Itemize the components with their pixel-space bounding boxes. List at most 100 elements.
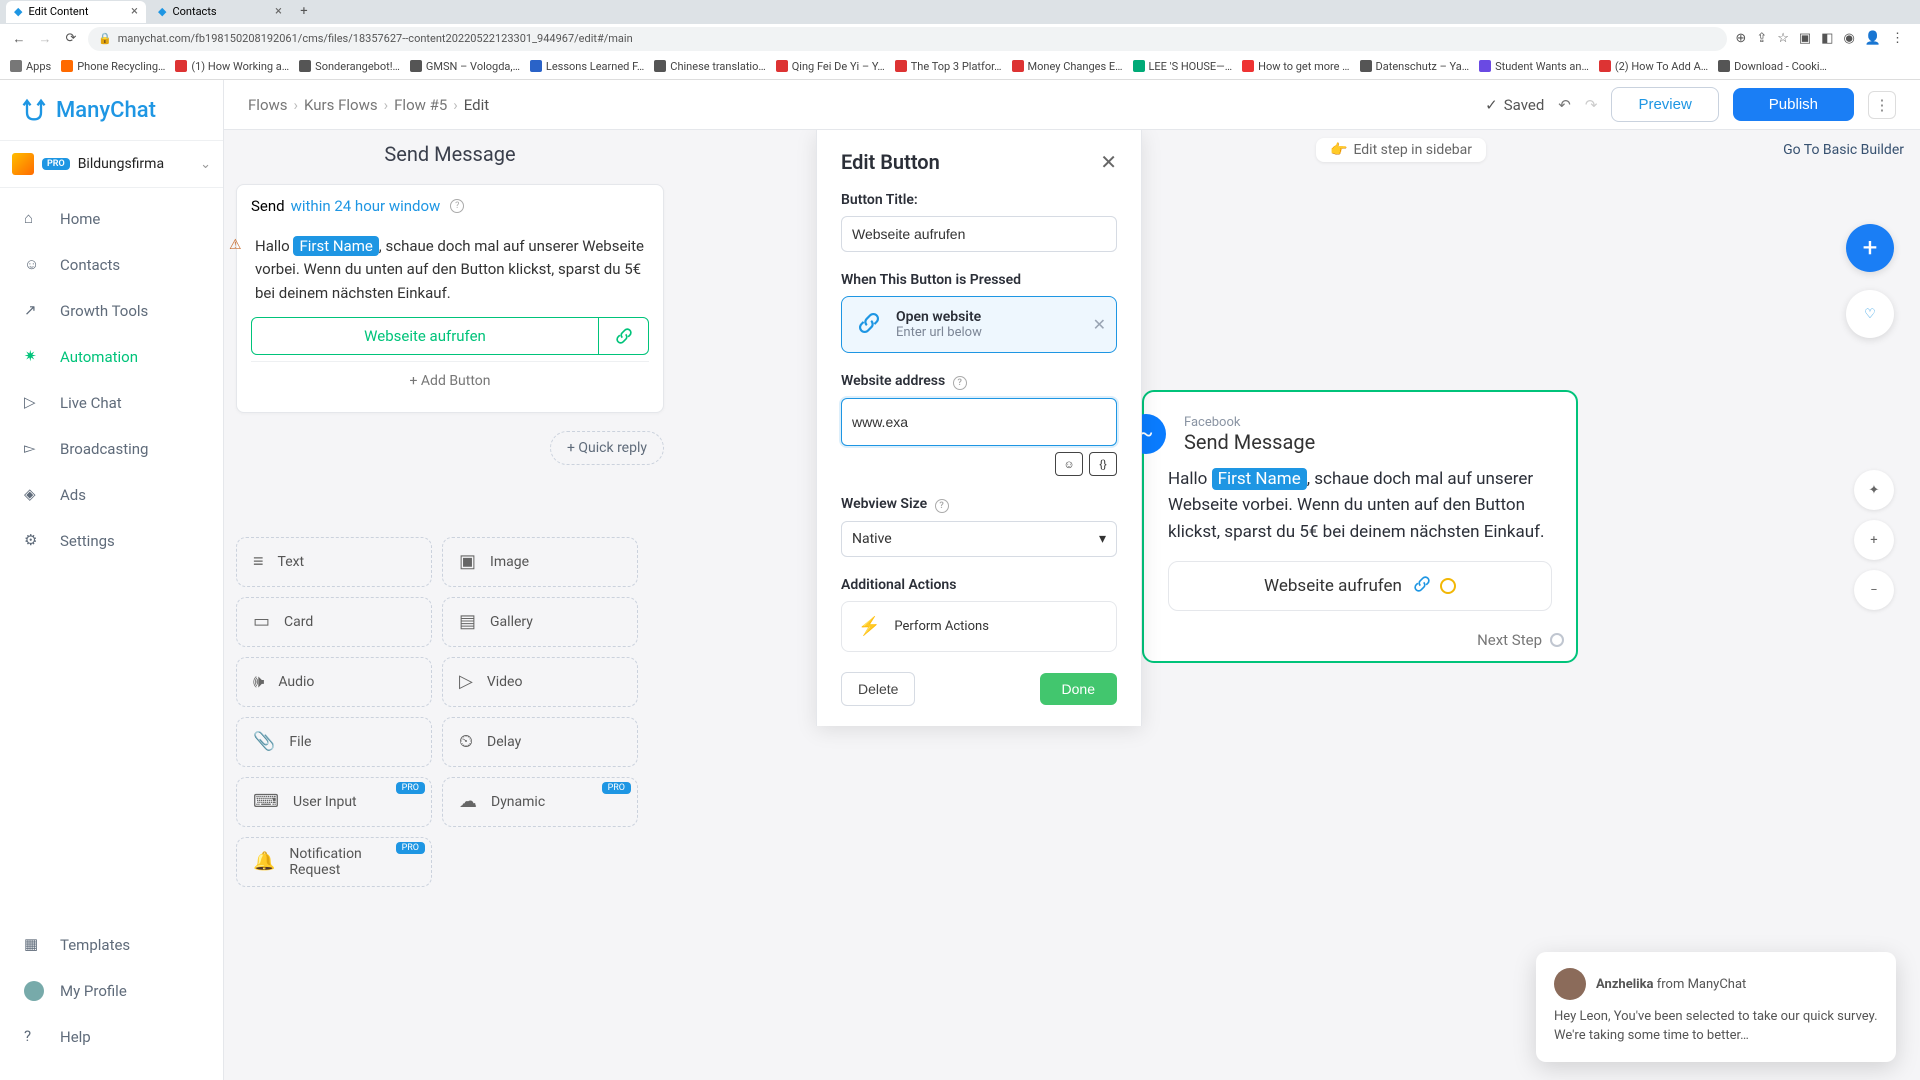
bookmark-item[interactable]: Apps — [10, 60, 51, 73]
profile-icon[interactable]: 👤 — [1865, 31, 1881, 46]
info-icon[interactable]: ? — [935, 499, 949, 513]
sidebar-item-growth[interactable]: ↗Growth Tools — [0, 288, 223, 334]
add-quick-reply[interactable]: + Quick reply — [550, 431, 664, 465]
address-bar[interactable]: 🔒 manychat.com/fb198150208192061/cms/fil… — [88, 27, 1727, 51]
publish-button[interactable]: Publish — [1733, 88, 1854, 121]
bookmark-item[interactable]: Sonderangebot!… — [299, 60, 400, 73]
bookmark-item[interactable]: GMSN – Vologda,… — [410, 60, 520, 73]
sidebar-item-broadcasting[interactable]: ▻Broadcasting — [0, 426, 223, 472]
crumb[interactable]: Flows — [248, 96, 288, 114]
delete-button[interactable]: Delete — [841, 672, 915, 706]
survey-toast[interactable]: Anzhelika from ManyChat Hey Leon, You've… — [1536, 952, 1896, 1062]
block-tile-card[interactable]: ▭Card — [236, 597, 432, 647]
block-tile-gallery[interactable]: ▤Gallery — [442, 597, 638, 647]
text-icon: ≡ — [253, 551, 264, 572]
block-tile-image[interactable]: ▣Image — [442, 537, 638, 587]
preview-button[interactable]: Preview — [1611, 87, 1718, 122]
magic-icon[interactable]: ✦ — [1854, 470, 1894, 510]
perform-actions-button[interactable]: ⚡ Perform Actions — [841, 601, 1117, 652]
bookmark-item[interactable]: How to get more … — [1242, 60, 1349, 73]
back-icon[interactable]: ← — [10, 30, 28, 48]
more-menu[interactable]: ⋮ — [1868, 91, 1896, 119]
crumb[interactable]: Kurs Flows — [304, 96, 378, 114]
website-url-input[interactable] — [841, 398, 1117, 446]
browser-tab[interactable]: ◆ Contacts × — [150, 1, 290, 23]
menu-icon[interactable]: ⋮ — [1891, 31, 1904, 46]
zoom-in-button[interactable]: + — [1854, 520, 1894, 560]
sidebar-item-contacts[interactable]: ☺Contacts — [0, 242, 223, 288]
bookmark-item[interactable]: Money Changes E… — [1012, 60, 1123, 73]
send-message-node[interactable]: ~ Facebook Send Message Hallo First Name… — [1142, 390, 1578, 663]
bookmark-item[interactable]: Lessons Learned F… — [530, 60, 644, 73]
done-button[interactable]: Done — [1040, 673, 1117, 705]
edit-step-toggle[interactable]: 👉 Edit step in sidebar — [1316, 138, 1486, 162]
emoji-picker-button[interactable]: ☺ — [1055, 452, 1083, 476]
account-switcher[interactable]: PRO Bildungsfirma ⌄ — [0, 140, 223, 188]
extension-icon[interactable]: ◧ — [1821, 31, 1833, 46]
translate-icon[interactable]: ⊕ — [1735, 31, 1746, 46]
bookmark-item[interactable]: Chinese translatio… — [654, 60, 765, 73]
flow-canvas[interactable]: 👉 Edit step in sidebar Go To Basic Build… — [224, 130, 1920, 1080]
go-basic-builder[interactable]: Go To Basic Builder — [1783, 142, 1904, 158]
sidebar-item-livechat[interactable]: ▷Live Chat — [0, 380, 223, 426]
connector-port[interactable] — [1550, 633, 1564, 647]
variable-picker-button[interactable]: {} — [1089, 452, 1117, 476]
bookmark-item[interactable]: The Top 3 Platfor… — [895, 60, 1002, 73]
sidebar-item-profile[interactable]: My Profile — [0, 968, 223, 1014]
bookmark-item[interactable]: (2) How To Add A… — [1599, 60, 1708, 73]
sidebar-item-help[interactable]: ?Help — [0, 1014, 223, 1060]
bookmark-item[interactable]: Student Wants an… — [1479, 60, 1589, 73]
block-tile-delay[interactable]: ⏲Delay — [442, 717, 638, 767]
remove-icon[interactable]: ✕ — [1093, 315, 1106, 334]
button-title-input[interactable] — [841, 216, 1117, 252]
close-icon[interactable]: × — [275, 4, 282, 19]
star-icon[interactable]: ☆ — [1777, 31, 1789, 46]
block-tile-file[interactable]: 📎File — [236, 717, 432, 767]
sidebar-item-automation[interactable]: ✷Automation — [0, 334, 223, 380]
undo-icon[interactable]: ↶ — [1558, 96, 1571, 114]
forward-icon[interactable]: → — [36, 30, 54, 48]
bookmark-item[interactable]: Download - Cooki… — [1718, 60, 1827, 73]
favorite-button[interactable]: ♡ — [1846, 290, 1894, 338]
add-step-button[interactable]: + — [1846, 224, 1894, 272]
sidebar-item-home[interactable]: ⌂Home — [0, 196, 223, 242]
zoom-out-button[interactable]: − — [1854, 570, 1894, 610]
open-website-action[interactable]: Open website Enter url below ✕ — [841, 296, 1117, 353]
sidebar-item-templates[interactable]: ▦Templates — [0, 922, 223, 968]
brand-logo[interactable]: ManyChat — [0, 80, 223, 140]
close-icon[interactable]: ✕ — [1100, 150, 1117, 174]
send-window-link[interactable]: within 24 hour window — [291, 197, 441, 215]
sidebar-item-settings[interactable]: ⚙Settings — [0, 518, 223, 564]
variable-chip[interactable]: First Name — [293, 236, 378, 256]
tab-favicon: ◆ — [14, 5, 22, 18]
block-tile-video[interactable]: ▷Video — [442, 657, 638, 707]
info-icon[interactable]: ? — [450, 199, 464, 213]
bookmark-item[interactable]: LEE 'S HOUSE—… — [1133, 60, 1233, 73]
info-icon[interactable]: ? — [953, 376, 967, 390]
block-tile-dynamic[interactable]: ☁DynamicPRO — [442, 777, 638, 827]
browser-tab[interactable]: ◆ Edit Content × — [6, 1, 146, 23]
bookmark-item[interactable]: (1) How Working a… — [175, 60, 289, 73]
block-tile-user-input[interactable]: ⌨User InputPRO — [236, 777, 432, 827]
reload-icon[interactable]: ⟳ — [62, 30, 80, 48]
close-icon[interactable]: × — [131, 4, 138, 19]
bookmark-item[interactable]: Qing Fei De Yi – Y… — [776, 60, 885, 73]
block-tile-text[interactable]: ≡Text — [236, 537, 432, 587]
new-tab-button[interactable]: + — [294, 2, 314, 22]
message-button[interactable]: Webseite aufrufen — [251, 317, 649, 355]
node-button[interactable]: Webseite aufrufen — [1168, 561, 1552, 611]
webview-select[interactable]: Native ▾ — [841, 521, 1117, 557]
crumb[interactable]: Flow #5 — [394, 96, 447, 114]
block-tile-notification-request[interactable]: 🔔Notification RequestPRO — [236, 837, 432, 887]
sidebar-item-ads[interactable]: ◈Ads — [0, 472, 223, 518]
add-button[interactable]: + Add Button — [251, 361, 649, 400]
bookmark-item[interactable]: Phone Recycling… — [61, 60, 165, 73]
message-body[interactable]: ⚠ Hallo First Name, schaue doch mal auf … — [251, 233, 649, 307]
extension-icon[interactable]: ▣ — [1799, 31, 1811, 46]
extension-icon[interactable]: ◉ — [1843, 31, 1854, 46]
share-icon[interactable]: ⇪ — [1756, 31, 1767, 46]
bookmark-item[interactable]: Datenschutz – Ya… — [1360, 60, 1470, 73]
block-tile-audio[interactable]: 🕪Audio — [236, 657, 432, 707]
next-step-port[interactable]: Next Step — [1477, 631, 1564, 649]
message-editor[interactable]: Send within 24 hour window ? ⚠ Hallo Fir… — [236, 184, 664, 413]
